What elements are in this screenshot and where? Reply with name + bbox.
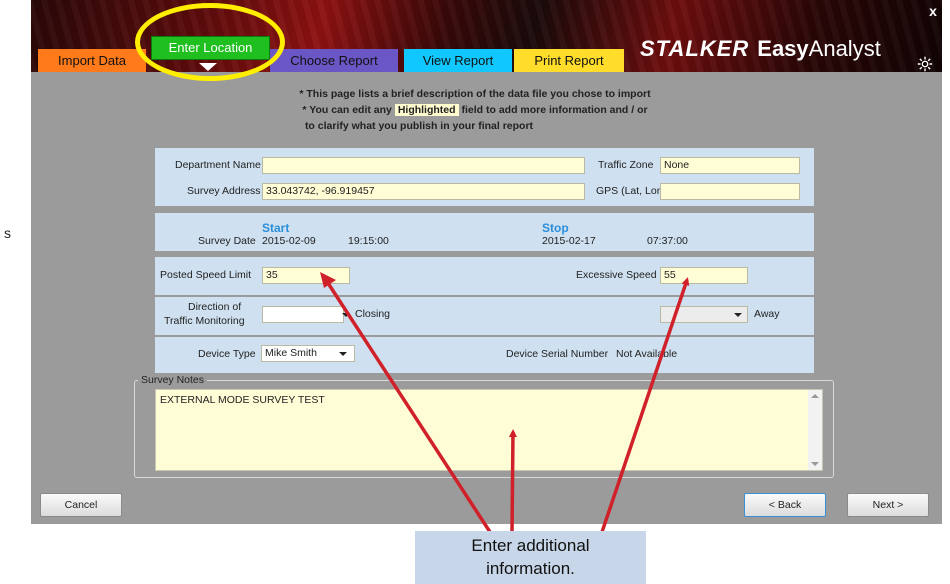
survey-notes-textarea[interactable]: EXTERNAL MODE SURVEY TEST — [155, 389, 823, 471]
traffic-zone-label: Traffic Zone — [598, 159, 654, 171]
tab-import-data[interactable]: Import Data — [38, 49, 146, 72]
callout-line-2: information. — [486, 559, 575, 578]
info-text: * This page lists a brief description of… — [0, 86, 950, 134]
close-button[interactable]: x — [924, 3, 942, 19]
notes-scrollbar[interactable] — [808, 390, 822, 470]
traffic-zone-field[interactable]: None — [660, 157, 800, 174]
excessive-speed-field[interactable]: 55 — [660, 267, 748, 284]
stop-time: 07:37:00 — [647, 235, 688, 247]
info-line-2: * You can edit any Highlighted field to … — [0, 102, 950, 118]
survey-date-label: Survey Date — [198, 235, 256, 247]
start-date: 2015-02-09 — [262, 235, 316, 247]
info-line-2-post: field to add more information and / or — [461, 104, 648, 116]
away-label: Away — [754, 308, 780, 320]
posted-speed-label: Posted Speed Limit — [160, 269, 252, 281]
stop-heading: Stop — [542, 221, 569, 235]
scroll-down-icon[interactable] — [811, 462, 819, 466]
survey-date-section: Start Stop Survey Date 2015-02-09 19:15:… — [155, 213, 814, 251]
chevron-down-icon[interactable] — [734, 313, 742, 317]
cancel-button[interactable]: Cancel — [40, 493, 122, 517]
back-button[interactable]: < Back — [744, 493, 826, 517]
tab-choose-report[interactable]: Choose Report — [270, 49, 398, 72]
survey-address-field[interactable]: 33.043742, -96.919457 — [262, 183, 585, 200]
side-text: s — [4, 225, 11, 241]
serial-label: Device Serial Number — [506, 348, 609, 360]
tab-print-report[interactable]: Print Report — [514, 49, 624, 72]
direction-label-1: Direction of — [188, 301, 242, 313]
gps-field[interactable] — [660, 183, 800, 200]
highlight-ring — [135, 3, 285, 81]
start-time: 19:15:00 — [348, 235, 389, 247]
info-line-2-pre: * You can edit any — [302, 104, 392, 116]
tab-view-report[interactable]: View Report — [404, 49, 512, 72]
highlighted-sample: Highlighted — [394, 104, 459, 116]
closing-label: Closing — [355, 308, 391, 320]
app-logo: STALKER EasyAnalyst — [640, 36, 881, 62]
posted-speed-field[interactable]: 35 — [262, 267, 350, 284]
callout-line-1: Enter additional — [471, 536, 590, 555]
callout-box: Enter additional information. — [415, 531, 646, 584]
direction-section: Direction of Traffic Monitoring Closing … — [155, 297, 814, 335]
next-button[interactable]: Next > — [847, 493, 929, 517]
direction-label-2: Traffic Monitoring — [164, 315, 245, 327]
serial-value: Not Available — [616, 348, 678, 360]
chevron-down-icon[interactable] — [339, 352, 347, 356]
excessive-speed-label: Excessive Speed — [576, 269, 657, 281]
info-line-1: * This page lists a brief description of… — [299, 88, 651, 100]
logo-easy: Easy — [757, 36, 809, 61]
device-section: Device Type Mike Smith Device Serial Num… — [155, 337, 814, 373]
survey-notes-title: Survey Notes — [138, 374, 208, 386]
device-type-label: Device Type — [198, 348, 256, 360]
gear-icon[interactable] — [916, 55, 934, 73]
logo-brand: STALKER — [640, 36, 750, 61]
department-label: Department Name — [175, 159, 261, 171]
stop-date: 2015-02-17 — [542, 235, 596, 247]
department-field[interactable] — [262, 157, 585, 174]
speed-section: Posted Speed Limit 35 Excessive Speed 55 — [155, 257, 814, 295]
scroll-up-icon[interactable] — [811, 394, 819, 398]
logo-analyst: Analyst — [808, 36, 881, 61]
survey-address-label: Survey Address — [187, 185, 261, 197]
closing-select[interactable] — [262, 306, 344, 323]
start-heading: Start — [262, 221, 290, 235]
chevron-down-icon[interactable] — [342, 313, 350, 317]
info-line-3: to clarify what you publish in your fina… — [304, 120, 534, 132]
location-section: Department Name Traffic Zone None Survey… — [155, 148, 814, 206]
